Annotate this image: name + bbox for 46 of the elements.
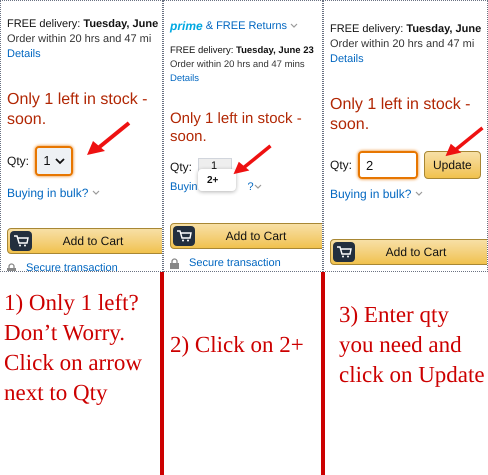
add-to-cart-button[interactable]: Add to Cart <box>7 228 162 254</box>
bulk-link[interactable]: Buyin <box>170 178 198 196</box>
details-link[interactable]: Details <box>170 72 200 86</box>
delivery-text: FREE delivery: Tuesday, June <box>330 22 481 37</box>
step-caption: 3) Enter qty you need and click on Update <box>339 301 486 389</box>
stock-warning: soon. <box>170 128 208 146</box>
stock-warning: Only 1 left in stock - <box>7 90 148 110</box>
cart-icon <box>10 231 32 251</box>
chevron-icon <box>54 158 65 164</box>
add-to-cart-button[interactable]: Add to Cart <box>330 239 487 265</box>
prime-logo: prime <box>170 18 203 35</box>
cart-icon <box>173 226 195 246</box>
qty-label: Qty: <box>7 153 30 170</box>
update-button[interactable]: Update <box>424 151 481 179</box>
stock-warning: soon. <box>330 115 370 135</box>
step-caption: 2) Click on 2+ <box>170 331 305 359</box>
lock-icon <box>7 262 16 271</box>
stock-warning: soon. <box>7 110 48 130</box>
details-link[interactable]: Details <box>330 52 364 67</box>
chevron-icon <box>254 184 262 190</box>
details-link[interactable]: Details <box>7 47 41 62</box>
stock-warning: Only 1 left in stock - <box>330 95 472 115</box>
order-deadline: Order within 20 hrs and 47 mi <box>7 32 152 47</box>
step-caption: 1) Only 1 left? Don’t Worry. Click on arrow next to Qty <box>4 289 143 407</box>
returns-link[interactable]: & FREE Returns <box>206 18 287 34</box>
quantity-dropdown[interactable]: 1 <box>35 146 74 176</box>
bulk-link[interactable]: ? <box>248 178 254 196</box>
order-deadline: Order within 20 hrs and 47 mi <box>330 37 476 52</box>
secure-link[interactable]: Secure transaction <box>189 255 281 271</box>
chevron-icon <box>290 23 298 29</box>
cart-icon <box>333 242 355 262</box>
delivery-text: FREE delivery: Tuesday, June 23 <box>170 44 315 58</box>
add-to-cart-button[interactable]: Add to Cart <box>170 223 322 249</box>
delivery-text: FREE delivery: Tuesday, June <box>7 17 156 32</box>
order-deadline: Order within 20 hrs and 47 mins <box>170 58 306 72</box>
chevron-icon <box>92 190 100 196</box>
secure-link[interactable]: Secure transaction <box>26 260 118 271</box>
quantity-field[interactable]: 2 <box>358 151 418 179</box>
stock-warning: Only 1 left in stock - <box>170 110 303 128</box>
bulk-link[interactable]: Buying in bulk? <box>330 185 412 203</box>
qty-label: Qty: <box>170 159 192 176</box>
chevron-icon <box>415 191 424 197</box>
lock-icon <box>170 258 179 269</box>
qty-label: Qty: <box>330 157 352 174</box>
bulk-link[interactable]: Buying in bulk? <box>7 184 88 202</box>
dropdown-option[interactable]: 2+ <box>198 169 236 191</box>
